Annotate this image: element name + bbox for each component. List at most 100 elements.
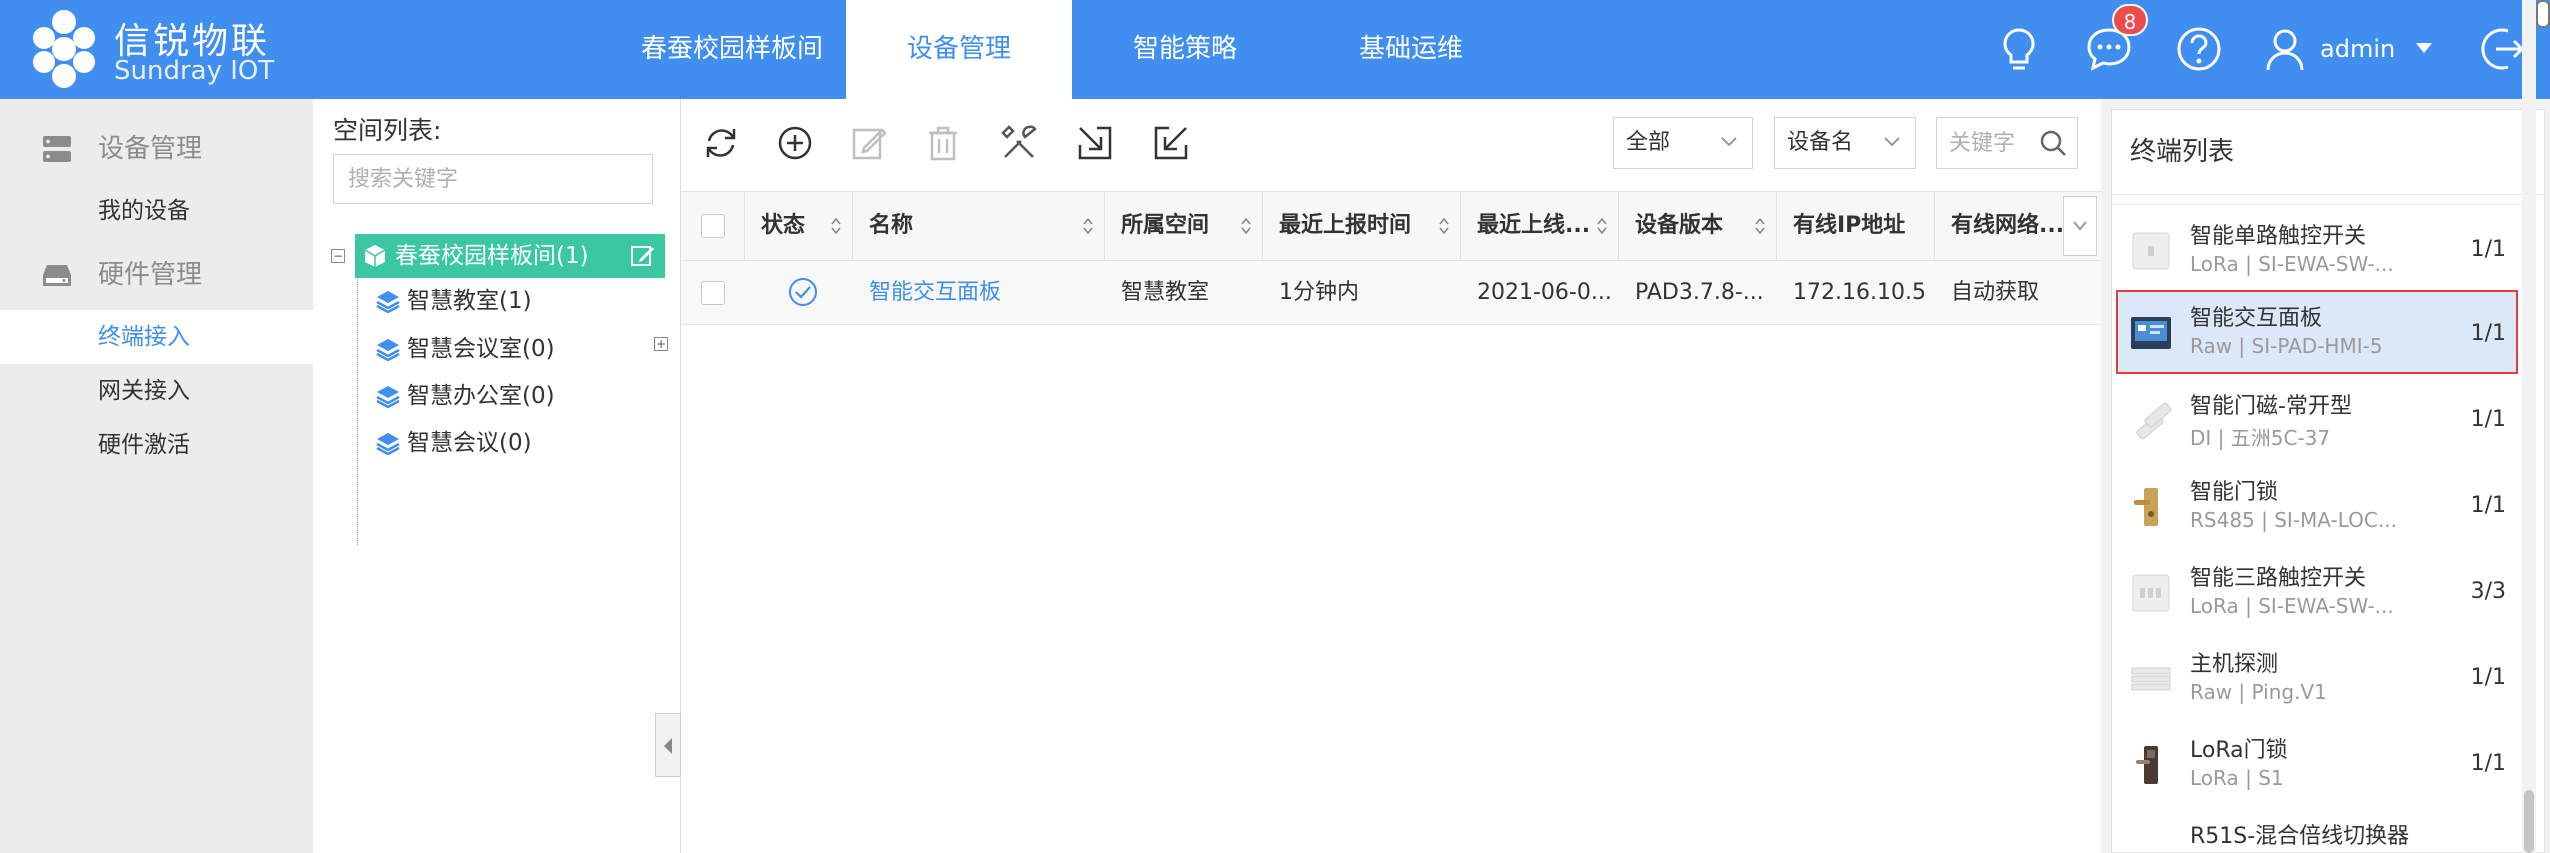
tree-node-smart-classroom[interactable]: 智慧教室(1) [367, 279, 532, 323]
layers-icon [376, 433, 400, 455]
table-header: 状态 名称 所属空间 最近上报时间 最近上线... 设备版本 有线IP地址 有线… [681, 191, 2101, 261]
window-scroll-thumb[interactable] [2536, 0, 2550, 28]
sort-icon[interactable] [1082, 216, 1094, 236]
nav-item-gateway-access[interactable]: 网关接入 [0, 364, 313, 418]
sort-icon[interactable] [1438, 216, 1450, 236]
sort-icon[interactable] [1596, 216, 1608, 236]
col-status[interactable]: 状态 [745, 192, 853, 260]
col-space[interactable]: 所属空间 [1105, 192, 1263, 260]
add-icon[interactable] [775, 123, 815, 163]
edit-space-icon[interactable] [631, 244, 655, 268]
terminal-list-scrollbar[interactable] [2522, 0, 2536, 853]
space-tree-title: 空间列表: [333, 116, 442, 145]
terminal-item-selected[interactable]: 智能交互面板 Raw | SI-PAD-HMI-5 1/1 [2116, 290, 2518, 374]
user-icon[interactable] [2260, 24, 2310, 74]
tab-smart-strategy[interactable]: 智能策略 [1072, 0, 1298, 99]
terminal-item[interactable]: 智能单路触控开关 LoRa | SI-EWA-SW-... 1/1 [2116, 208, 2518, 292]
chevron-down-icon [2073, 221, 2087, 231]
nav-item-terminal-access[interactable]: 终端接入 [0, 310, 313, 364]
search-icon[interactable] [2039, 129, 2067, 157]
tab-campus[interactable]: 春蚕校园样板间 [620, 0, 844, 99]
terminal-item[interactable]: LoRa门锁 LoRa | S1 1/1 [2116, 722, 2518, 806]
list-item-partial [2112, 195, 2532, 205]
terminal-item[interactable]: 智能三路触控开关 LoRa | SI-EWA-SW-... 3/3 [2116, 550, 2518, 634]
terminal-item[interactable]: 智能门锁 RS485 | SI-MA-LOC... 1/1 [2116, 464, 2518, 548]
tree-node-smart-office[interactable]: 智慧办公室(0) [367, 374, 555, 418]
tab-device-management[interactable]: 设备管理 [846, 0, 1072, 99]
tab-basic-ops[interactable]: 基础运维 [1298, 0, 1524, 99]
server-icon [43, 136, 71, 162]
sort-icon[interactable] [1240, 216, 1252, 236]
host-thumb-icon [2131, 667, 2171, 691]
logout-icon[interactable] [2478, 24, 2528, 74]
refresh-icon[interactable] [701, 123, 741, 163]
switch-thumb-icon [2132, 232, 2170, 270]
cell-last-report: 1分钟内 [1279, 280, 1359, 305]
space-tree-panel: 空间列表: − 春蚕校园样板间(1) 智慧教室(1) + 智慧会议室(0) [313, 99, 681, 853]
nav-group-label: 硬件管理 [98, 260, 203, 290]
bulb-icon[interactable] [1994, 24, 2044, 74]
delete-icon[interactable] [923, 123, 963, 163]
cell-wired-ip: 172.16.10.5 [1793, 280, 1926, 305]
tree-collapse-handle[interactable] [655, 713, 681, 777]
tree-expand-toggle[interactable]: + [654, 337, 668, 351]
nav-group-device-management[interactable]: 设备管理 [0, 119, 313, 179]
scope-select[interactable]: 全部 [1613, 117, 1753, 169]
column-settings-button[interactable] [2063, 196, 2097, 256]
nav-item-hardware-activation[interactable]: 硬件激活 [0, 418, 313, 472]
chevron-down-icon[interactable] [2414, 40, 2434, 56]
col-wired-network[interactable]: 有线网络... [1935, 192, 2063, 260]
col-name[interactable]: 名称 [853, 192, 1105, 260]
field-select[interactable]: 设备名 [1774, 117, 1916, 169]
message-badge: 8 [2112, 4, 2148, 36]
tree-node-smart-meeting[interactable]: 智慧会议(0) [367, 421, 532, 465]
nav-item-my-devices[interactable]: 我的设备 [0, 184, 313, 238]
tree-collapse-toggle[interactable]: − [331, 249, 345, 263]
col-version[interactable]: 设备版本 [1619, 192, 1777, 260]
nav-group-hardware-management[interactable]: 硬件管理 [0, 245, 313, 305]
chevron-left-icon [664, 738, 672, 754]
tree-guide-line [357, 271, 358, 545]
edit-icon[interactable] [849, 123, 889, 163]
nav-group-label: 设备管理 [98, 134, 203, 164]
door-lock-thumb-icon [2134, 488, 2158, 526]
door-sensor-thumb-icon [2136, 402, 2172, 440]
terminal-item[interactable]: 智能门磁-常开型 DI | 五洲5C-37 1/1 [2116, 378, 2518, 462]
col-wired-ip[interactable]: 有线IP地址 [1777, 192, 1935, 260]
import-icon[interactable] [1075, 123, 1115, 163]
chevron-down-icon [1884, 137, 1900, 147]
terminal-list-panel: 终端列表 智能单路触控开关 LoRa | SI-EWA-SW-... 1/1 智… [2101, 99, 2550, 853]
cell-wired-network: 自动获取 [1951, 280, 2040, 305]
select-all-checkbox[interactable] [701, 214, 725, 238]
tree-node-root[interactable]: 春蚕校园样板间(1) [355, 234, 665, 278]
layers-icon [376, 291, 400, 313]
left-nav: 设备管理 我的设备 硬件管理 终端接入 网关接入 硬件激活 [0, 99, 313, 853]
col-last-report[interactable]: 最近上报时间 [1263, 192, 1461, 260]
user-name[interactable]: admin [2320, 0, 2395, 99]
terminal-item[interactable]: R51S-混合倍线切换器 [2116, 808, 2518, 852]
lora-lock-thumb-icon [2136, 746, 2158, 784]
online-status-icon [789, 278, 817, 306]
switch-thumb-icon [2132, 574, 2170, 612]
sort-icon[interactable] [830, 216, 842, 236]
brand-logo[interactable]: 信锐物联 Sundray IOT [24, 8, 274, 92]
cell-version: PAD3.7.8-... [1635, 280, 1764, 305]
cell-last-online: 2021-06-0... [1477, 280, 1612, 305]
header-select-all [681, 192, 745, 260]
tree-node-smart-meeting-room[interactable]: 智慧会议室(0) [367, 327, 555, 371]
tools-icon[interactable] [999, 123, 1039, 163]
device-name-link[interactable]: 智能交互面板 [853, 261, 1105, 324]
help-icon[interactable] [2174, 24, 2224, 74]
scrollbar-thumb[interactable] [2524, 790, 2534, 853]
table-row[interactable]: 智能交互面板 智慧教室 1分钟内 2021-06-0... PAD3.7.8-.… [681, 261, 2101, 325]
terminal-item[interactable]: 主机探测 Raw | Ping.V1 1/1 [2116, 636, 2518, 720]
layers-icon [376, 386, 400, 408]
sort-icon[interactable] [1754, 216, 1766, 236]
tree-node-label: 春蚕校园样板间(1) [395, 243, 589, 269]
brand-name-en: Sundray IOT [114, 56, 275, 86]
export-icon[interactable] [1151, 123, 1191, 163]
row-checkbox[interactable] [701, 281, 725, 305]
col-last-online[interactable]: 最近上线... [1461, 192, 1619, 260]
brand-logo-icon [33, 10, 95, 88]
space-search-input[interactable] [333, 154, 653, 204]
